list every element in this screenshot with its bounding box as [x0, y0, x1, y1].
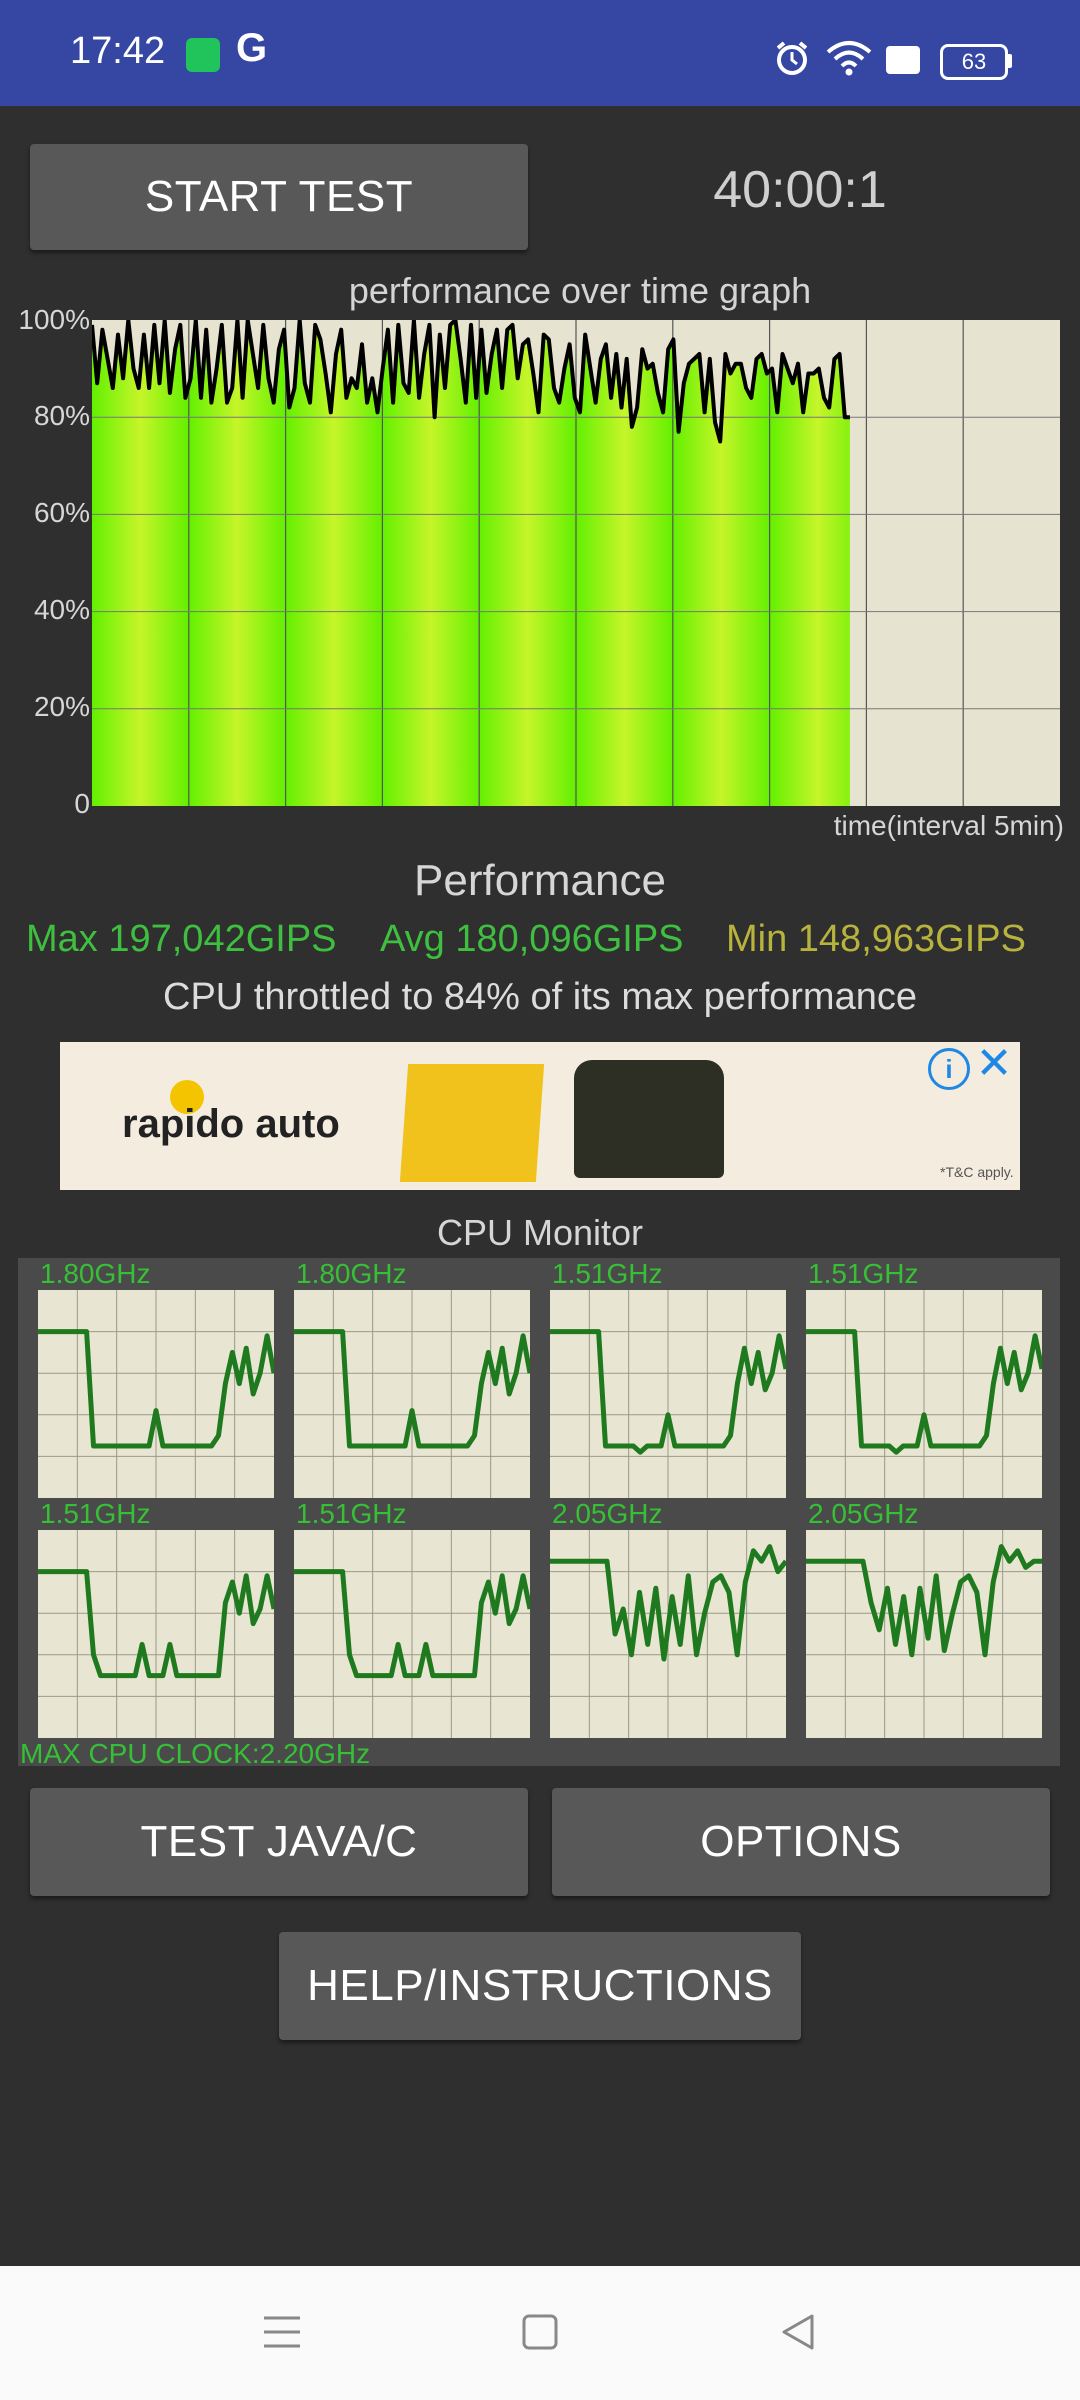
core-graph-4 — [806, 1290, 1042, 1498]
ad-terms: *T&C apply. — [940, 1164, 1014, 1180]
core-graph-7 — [550, 1530, 786, 1738]
google-icon: G — [236, 26, 268, 70]
core-graph-8 — [806, 1530, 1042, 1738]
battery-level: 63 — [940, 44, 1008, 80]
core-graph-6 — [294, 1530, 530, 1738]
help-instructions-button[interactable]: HELP/INSTRUCTIONS — [279, 1932, 801, 2040]
performance-graph-svg — [92, 320, 1060, 806]
core-frequency: 1.51GHz — [40, 1498, 151, 1529]
status-time: 17:42 — [70, 30, 166, 72]
graph-title: performance over time graph — [348, 270, 812, 311]
home-icon[interactable] — [520, 2310, 560, 2354]
y-tick-label: 40% — [33, 594, 90, 625]
core-graph-svg — [806, 1530, 1042, 1738]
status-bar: 17:42 G 63 — [0, 0, 1080, 106]
performance-graph — [92, 320, 1060, 806]
performance-title: Performance — [414, 856, 666, 905]
cpu-monitor-title: CPU Monitor — [436, 1212, 644, 1253]
y-tick-label: 0 — [74, 788, 90, 819]
core-graph-svg — [550, 1530, 786, 1738]
alarm-icon — [776, 41, 808, 75]
core-frequency: 1.80GHz — [296, 1258, 407, 1289]
core-graph-svg — [806, 1290, 1042, 1498]
throttle-message: CPU throttled to 84% of its max performa… — [163, 976, 917, 1018]
x-axis-label: time(interval 5min) — [833, 810, 1064, 841]
core-graph-svg — [294, 1530, 530, 1738]
wifi-icon — [826, 41, 872, 76]
start-test-button[interactable]: START TEST — [30, 144, 528, 250]
max-cpu-clock: MAX CPU CLOCK:2.20GHz — [20, 1738, 371, 1769]
navigation-bar — [0, 2266, 1080, 2400]
notification-icon — [886, 46, 920, 74]
y-tick-label: 100% — [18, 304, 90, 335]
back-icon[interactable] — [778, 2310, 818, 2354]
core-frequency: 2.05GHz — [552, 1498, 663, 1529]
y-tick-label: 20% — [33, 691, 90, 722]
core-graph-svg — [550, 1290, 786, 1498]
max-gips: Max 197,042GIPS — [26, 918, 337, 960]
core-graph-svg — [294, 1290, 530, 1498]
avg-gips: Avg 180,096GIPS — [380, 918, 684, 960]
y-tick-label: 60% — [33, 497, 90, 528]
battery-tip-icon — [1006, 54, 1012, 68]
options-button[interactable]: OPTIONS — [552, 1788, 1050, 1896]
ad-auto-rickshaw-image — [574, 1060, 724, 1178]
core-graph-1 — [38, 1290, 274, 1498]
ad-info-icon[interactable]: i — [928, 1048, 970, 1090]
core-graph-5 — [38, 1530, 274, 1738]
test-timer: 40:00:1 — [713, 161, 887, 219]
core-graph-3 — [550, 1290, 786, 1498]
core-frequency: 1.51GHz — [808, 1258, 919, 1289]
performance-area — [92, 320, 850, 806]
core-frequency: 1.51GHz — [296, 1498, 407, 1529]
y-tick-label: 80% — [33, 400, 90, 431]
ad-brand: rapido auto — [122, 1102, 340, 1146]
menu-icon[interactable] — [262, 2310, 302, 2354]
min-gips: Min 148,963GIPS — [726, 918, 1026, 960]
core-frequency: 2.05GHz — [808, 1498, 919, 1529]
core-graph-2 — [294, 1290, 530, 1498]
ad-banner[interactable]: rapido auto *T&C apply. — [60, 1042, 1020, 1190]
ad-bag-image — [399, 1064, 545, 1182]
battery-saver-icon — [186, 38, 220, 72]
core-frequency: 1.51GHz — [552, 1258, 663, 1289]
ad-close-icon[interactable]: ✕ — [974, 1042, 1014, 1086]
core-graph-svg — [38, 1530, 274, 1738]
core-graph-svg — [38, 1290, 274, 1498]
test-java-c-button[interactable]: TEST JAVA/C — [30, 1788, 528, 1896]
core-frequency: 1.80GHz — [40, 1258, 151, 1289]
